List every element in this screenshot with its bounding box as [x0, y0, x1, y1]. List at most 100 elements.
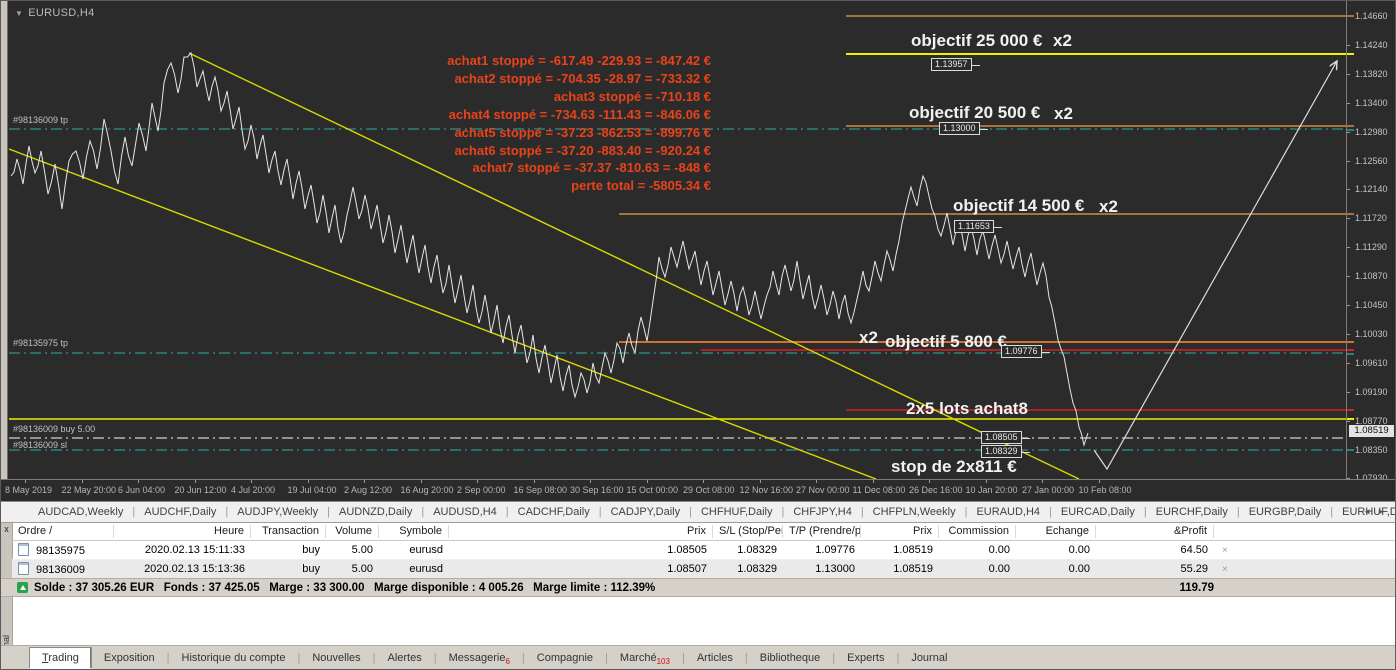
price-axis-label: 1.14660 [1355, 11, 1388, 21]
time-axis[interactable]: 8 May 2019 22 May 20:00 6 Jun 04:00 20 Jun … [1, 479, 1395, 502]
chart-tab-audusd[interactable]: AUDUSD,H4 [424, 502, 506, 522]
chart-tab-cadchf[interactable]: CADCHF,Daily [509, 502, 599, 522]
terminal-tab-march-[interactable]: Marché103 [608, 647, 682, 669]
terminal-tab-trading[interactable]: Trading [29, 647, 92, 669]
chart-tab-eurgbp[interactable]: EURGBP,Daily [1240, 502, 1331, 522]
terminal-tab-journal[interactable]: Journal [899, 647, 959, 669]
trend-line[interactable] [8, 148, 877, 479]
close-order-icon[interactable]: × [1222, 564, 1228, 575]
time-axis-label: 15 Oct 00:00 [626, 485, 679, 495]
price-axis[interactable]: 1.14660 1.14240 1.13820 1.13400 1.12980 1.125… [1346, 1, 1395, 483]
column-header[interactable]: S/L (Stop/Perte) [713, 525, 783, 538]
loss-annotation-line: achat7 stoppé = -37.37 -810.63 = -848 € [472, 160, 711, 176]
objective-label: objectif 25 000 € [911, 31, 1043, 50]
close-icon[interactable]: x [2, 525, 11, 534]
column-header[interactable]: &Profit [1096, 525, 1214, 538]
terminal-panel: x Terminal Ordre /HeureTransactionVolume… [1, 523, 1395, 669]
objective-label: x2 [1099, 197, 1118, 216]
chart-tab-audchf[interactable]: AUDCHF,Daily [135, 502, 225, 522]
balance-row: Solde : 37 305.26 EUR Fonds : 37 425.05 … [1, 578, 1395, 597]
price-axis-tick [1347, 363, 1350, 364]
order-line-label: #98136009 sl [13, 440, 68, 450]
cell-swap: 0.00 [1068, 563, 1090, 575]
terminal-tab-alertes[interactable]: Alertes [376, 647, 434, 669]
tab-label: Historique du compte [181, 652, 286, 664]
column-header[interactable]: Commission [939, 525, 1016, 538]
column-header[interactable]: Prix [449, 525, 713, 538]
time-axis-label: 12 Nov 16:00 [739, 485, 794, 495]
chart-tab-audnzd[interactable]: AUDNZD,Daily [330, 502, 421, 522]
price-axis-tick [1347, 132, 1350, 133]
terminal-tab-nouvelles[interactable]: Nouvelles [300, 647, 372, 669]
chevron-down-icon[interactable]: ▼ [15, 9, 23, 18]
column-header[interactable]: Symbole [379, 525, 449, 538]
column-header[interactable]: Echange [1016, 525, 1096, 538]
terminal-tab-historique-du-compte[interactable]: Historique du compte [170, 647, 298, 669]
chart-tab-audjpy[interactable]: AUDJPY,Weekly [228, 502, 327, 522]
loss-annotation-line: achat4 stoppé = -734.63 -111.43 = -846.0… [448, 106, 711, 122]
column-header[interactable]: T/P (Prendre/profit) [783, 525, 861, 538]
time-axis-tick [251, 480, 252, 483]
chart-tab-eurcad[interactable]: EURCAD,Daily [1052, 502, 1144, 522]
time-axis-label: 27 Jan 00:00 [1022, 485, 1075, 495]
chart-tab-audcad[interactable]: AUDCAD,Weekly [29, 502, 132, 522]
time-axis-label: 11 Dec 08:00 [852, 485, 906, 495]
axis-level-mark [1347, 341, 1354, 343]
column-header[interactable]: Prix [861, 525, 939, 538]
axis-level-mark [1347, 409, 1354, 411]
terminal-tab-bibliotheque[interactable]: Bibliotheque [748, 647, 833, 669]
chart-region[interactable]: ▼ EURUSD,H4 achat1 stoppé = -617.49 -229.… [1, 1, 1395, 502]
price-axis-label: 1.11290 [1355, 242, 1387, 252]
price-axis-label: 1.14240 [1355, 40, 1388, 50]
price-axis-label: 1.13400 [1355, 98, 1388, 108]
order-row[interactable]: 98135975 2020.02.13 15:11:33 buy 5.00 eurusd… [12, 541, 1395, 560]
column-header[interactable]: Transaction [251, 525, 326, 538]
terminal-tab-experts[interactable]: Experts [835, 647, 896, 669]
time-axis-label: 10 Feb 08:00 [1078, 485, 1132, 495]
price-axis-label: 1.12560 [1355, 156, 1388, 166]
close-order-icon[interactable]: × [1222, 545, 1228, 556]
axis-level-mark [1347, 418, 1354, 420]
order-row[interactable]: 98136009 2020.02.13 15:13:36 buy 5.00 eurusd… [12, 560, 1395, 579]
chart-symbol-label: EURUSD,H4 [28, 7, 95, 19]
cell-symbol: eurusd [409, 563, 443, 575]
order-doc-icon [18, 543, 29, 556]
cell-symbol: eurusd [409, 544, 443, 556]
price-axis-tick [1347, 103, 1350, 104]
scroll-right-icon[interactable]: ► [1377, 507, 1391, 516]
tab-label: Articles [696, 652, 733, 664]
time-axis-tick [81, 480, 83, 483]
cell-price: 1.08505 [667, 544, 707, 556]
tab-label: Exposition [103, 652, 155, 664]
axis-level-mark [1347, 129, 1354, 131]
terminal-tab-exposition[interactable]: Exposition [92, 647, 167, 669]
loss-annotation-line: achat2 stoppé = -704.35 -28.97 = -733.32… [454, 70, 711, 86]
chart-tab-chfpln[interactable]: CHFPLN,Weekly [864, 502, 965, 522]
column-header[interactable]: Volume [326, 525, 379, 538]
chart-tab-chfhuf[interactable]: CHFHUF,Daily [692, 502, 782, 522]
terminal-tab-messagerie[interactable]: Messagerie6 [437, 647, 522, 669]
orders-table: Ordre / Heure Transaction Volume Symbole Prix… [12, 523, 1395, 579]
tab-scroll-arrows[interactable]: ◄► [1363, 502, 1391, 522]
projection-arrow[interactable] [1093, 61, 1337, 471]
cell-tp: 1.09776 [815, 544, 855, 556]
objective-label: objectif 5 800 € [885, 332, 1007, 351]
terminal-tab-compagnie[interactable]: Compagnie [525, 647, 605, 669]
cell-price2: 1.08519 [893, 563, 933, 575]
scroll-left-icon[interactable]: ◄ [1363, 507, 1377, 516]
trade-loss-annotations: achat1 stoppé = -617.49 -229.93 = -847.4… [1, 52, 711, 195]
tab-label: Nouvelles [312, 652, 361, 664]
column-header[interactable]: Heure [114, 525, 251, 538]
chart-tab-chfjpy[interactable]: CHFJPY,H4 [784, 502, 860, 522]
time-axis-tick [985, 480, 987, 483]
chart-tab-eurchf[interactable]: EURCHF,Daily [1147, 502, 1237, 522]
time-axis-label: 27 Nov 00:00 [796, 485, 850, 495]
cell-price: 1.08507 [667, 563, 707, 575]
chart-tab-cadjpy[interactable]: CADJPY,Daily [602, 502, 690, 522]
floating-profit-total: 119.79 [1179, 582, 1214, 594]
cell-volume: 5.00 [351, 563, 373, 575]
terminal-tab-articles[interactable]: Articles [685, 647, 745, 669]
column-header[interactable]: Ordre / [12, 525, 114, 538]
chart-tab-euraud[interactable]: EURAUD,H4 [967, 502, 1049, 522]
current-price-box: 1.08519 [1349, 425, 1394, 437]
